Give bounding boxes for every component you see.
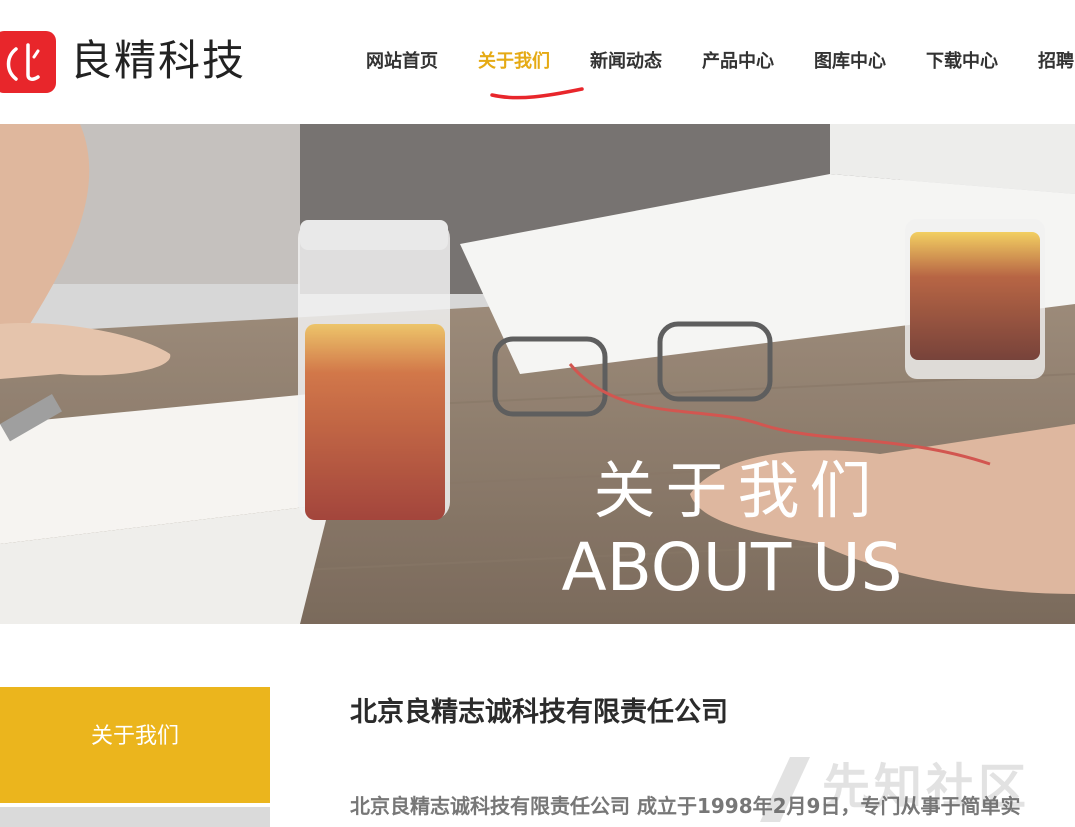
active-nav-underline: [490, 87, 584, 100]
sidebar-item-next[interactable]: [0, 807, 270, 827]
banner-title-en: ABOUT US: [561, 529, 903, 606]
nav-item-jobs[interactable]: 招聘中心: [1018, 44, 1075, 84]
brand-name[interactable]: 良精科技: [70, 34, 246, 88]
nav-item-news[interactable]: 新闻动态: [570, 44, 682, 84]
logo-icon[interactable]: [0, 31, 56, 93]
site-header: 良精科技 网站首页 关于我们 新闻动态 产品中心 图库中心 下载中心 招聘中心: [0, 0, 1075, 124]
company-title: 北京良精志诚科技有限责任公司: [350, 697, 728, 728]
sidebar-item-about[interactable]: 关于我们: [0, 687, 270, 803]
company-intro: 北京良精志诚科技有限责任公司 成立于1998年2月9日，专门从事于简单实: [350, 794, 1021, 818]
banner-title-cn: 关于我们: [593, 454, 882, 527]
nav-item-about[interactable]: 关于我们: [458, 44, 570, 84]
nav-item-products[interactable]: 产品中心: [682, 44, 794, 84]
main-nav: 网站首页 关于我们 新闻动态 产品中心 图库中心 下载中心 招聘中心: [346, 44, 1075, 84]
nav-item-downloads[interactable]: 下载中心: [906, 44, 1018, 84]
hero-banner: 关于我们 ABOUT US: [0, 124, 1075, 624]
nav-item-gallery[interactable]: 图库中心: [794, 44, 906, 84]
nav-item-home[interactable]: 网站首页: [346, 44, 458, 84]
